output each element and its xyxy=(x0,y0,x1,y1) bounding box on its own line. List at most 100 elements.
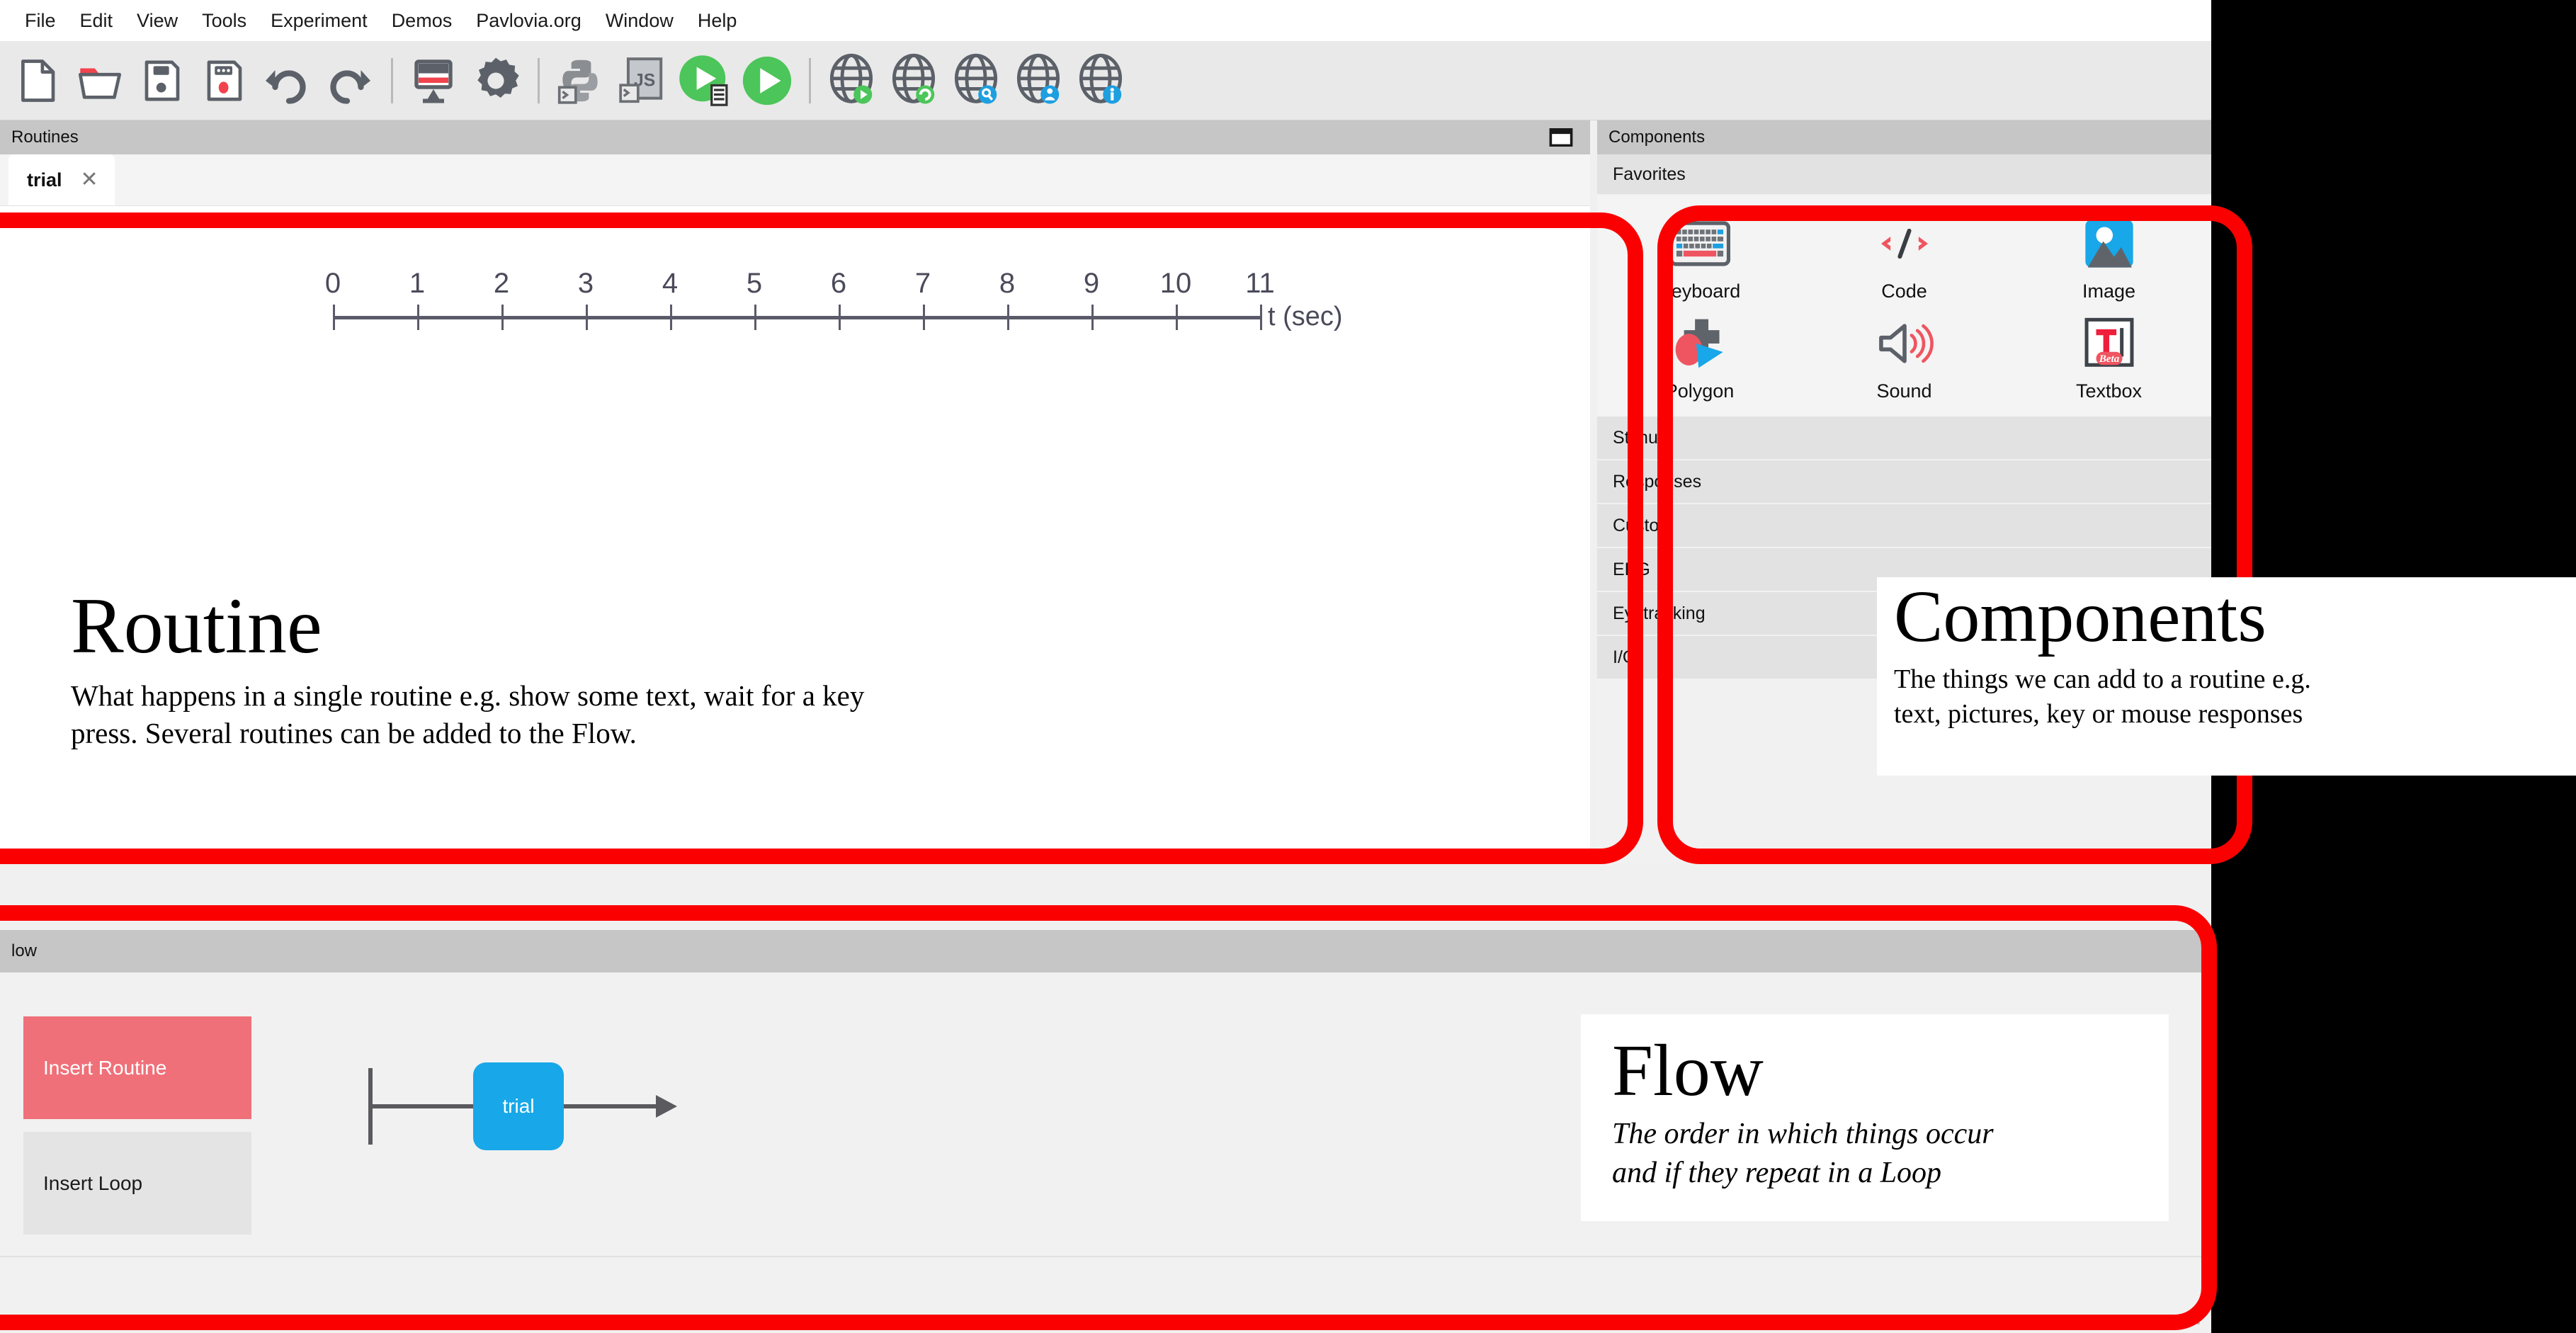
save-as-button[interactable] xyxy=(197,53,252,108)
run-button[interactable] xyxy=(677,53,732,108)
timeline-tick-label: 11 xyxy=(1245,268,1275,299)
open-folder-icon xyxy=(78,68,122,99)
annotation-body-line: The order in which things occur xyxy=(1612,1118,1994,1150)
annotation-body-line: The things we can add to a routine e.g. xyxy=(1894,664,2311,694)
image-icon xyxy=(2083,211,2135,276)
routine-tab-trial[interactable]: trial ✕ xyxy=(8,154,115,205)
toolbar-separator-1 xyxy=(391,57,393,103)
component-label: Keyboard xyxy=(1658,280,1741,302)
menu-item-window[interactable]: Window xyxy=(594,7,686,35)
routines-panel-title: Routines xyxy=(11,127,79,147)
flow-panel-title: low xyxy=(11,941,38,960)
routines-panel-header: Routines xyxy=(0,120,1590,154)
component-sound[interactable]: Sound xyxy=(1802,311,2007,402)
menu-item-edit[interactable]: Edit xyxy=(68,7,125,35)
timeline-tick-mark xyxy=(923,305,925,330)
pavlovia-info-icon xyxy=(1079,53,1123,103)
menu-item-pavlovia[interactable]: Pavlovia.org xyxy=(464,7,594,35)
undo-icon xyxy=(266,69,306,104)
timeline-tick-label: 10 xyxy=(1159,268,1192,299)
component-image[interactable]: Image xyxy=(2007,211,2211,302)
new-file-button[interactable] xyxy=(10,53,65,108)
menu-item-view[interactable]: View xyxy=(125,7,190,35)
flow-routine-node-trial[interactable]: trial xyxy=(473,1062,564,1150)
component-keyboard[interactable]: Keyboard xyxy=(1597,211,1802,302)
compile-js-button[interactable]: JS xyxy=(615,53,670,108)
annotation-body-line: text, pictures, key or mouse responses xyxy=(1894,699,2303,730)
timeline-tick-label: 7 xyxy=(914,268,931,299)
pavlovia-run-icon xyxy=(829,53,873,103)
timeline-tick-label: 2 xyxy=(493,268,510,299)
component-label: Textbox xyxy=(2075,380,2143,402)
menu-item-tools[interactable]: Tools xyxy=(190,7,259,35)
pavlovia-search-button[interactable] xyxy=(948,53,1004,108)
close-icon[interactable]: ✕ xyxy=(81,169,98,191)
annotation-title-flow: Flow xyxy=(1612,1030,1764,1111)
timeline-tick-mark xyxy=(586,305,588,330)
annotation-body-routine: What happens in a single routine e.g. sh… xyxy=(71,677,1289,753)
open-file-button[interactable] xyxy=(72,53,127,108)
panel-restore-icon[interactable] xyxy=(1549,128,1573,147)
monitor-center-button[interactable] xyxy=(406,53,461,108)
run-online-icon xyxy=(742,56,792,105)
components-category-custom[interactable]: Custom xyxy=(1597,504,2211,548)
run-icon xyxy=(679,55,728,106)
speaker-icon xyxy=(1874,311,1935,376)
timeline-tick-label: 9 xyxy=(1083,268,1100,299)
svg-text:Beta: Beta xyxy=(2098,353,2119,365)
pavlovia-sync-icon xyxy=(892,53,936,103)
timeline-tick-mark xyxy=(839,305,841,330)
run-online-button[interactable] xyxy=(739,53,795,108)
monitor-center-icon xyxy=(414,59,453,103)
menu-item-experiment[interactable]: Experiment xyxy=(259,7,380,35)
component-code[interactable]: Code xyxy=(1802,211,2007,302)
pavlovia-run-button[interactable] xyxy=(824,53,879,108)
resize-grip-icon[interactable] xyxy=(2180,1305,2204,1329)
settings-button[interactable] xyxy=(468,53,523,108)
components-category-stimuli[interactable]: Stimuli xyxy=(1597,416,2211,460)
component-textbox[interactable]: Beta Textbox xyxy=(2007,311,2211,402)
timeline-tick-mark xyxy=(501,305,504,330)
toolbar: JS xyxy=(0,41,2211,120)
status-bar xyxy=(0,1256,2211,1333)
annotation-body-line: What happens in a single routine e.g. sh… xyxy=(71,679,865,712)
annotation-title-components: Components xyxy=(1894,576,2266,657)
menu-item-demos[interactable]: Demos xyxy=(380,7,465,35)
pavlovia-user-button[interactable] xyxy=(1011,53,1066,108)
compile-js-icon: JS xyxy=(619,57,663,103)
annotation-body-components: The things we can add to a routine e.g. … xyxy=(1894,662,2576,732)
annotation-card-routine: Routine What happens in a single routine… xyxy=(71,586,1289,778)
components-panel-title: Components xyxy=(1608,127,1706,147)
timeline-tick-label: 5 xyxy=(746,268,763,299)
flow-diagram: trial xyxy=(368,1047,694,1174)
components-category-responses[interactable]: Responses xyxy=(1597,460,2211,504)
timeline-tick-mark xyxy=(1007,305,1009,330)
compile-python-button[interactable] xyxy=(552,53,608,108)
menu-bar: File Edit View Tools Experiment Demos Pa… xyxy=(0,0,2211,41)
menu-item-file[interactable]: File xyxy=(13,7,68,35)
code-brackets-icon xyxy=(1874,211,1935,276)
timeline-unit-label: t (sec) xyxy=(1268,302,1343,331)
pavlovia-info-button[interactable] xyxy=(1073,53,1128,108)
settings-gear-icon xyxy=(477,57,519,98)
annotation-card-components: Components The things we can add to a ro… xyxy=(1877,577,2576,776)
menu-item-help[interactable]: Help xyxy=(686,7,749,35)
toolbar-separator-3 xyxy=(809,57,811,103)
insert-loop-button[interactable]: Insert Loop xyxy=(23,1132,251,1235)
undo-button[interactable] xyxy=(259,53,314,108)
flow-routine-node-label: trial xyxy=(502,1095,535,1117)
component-label: Sound xyxy=(1876,380,1932,402)
components-panel-header: Components xyxy=(1597,120,2211,154)
insert-routine-button[interactable]: Insert Routine xyxy=(23,1016,251,1119)
timeline-tick-label: 1 xyxy=(409,268,426,299)
timeline-tick-label: 6 xyxy=(830,268,847,299)
components-favorites-header[interactable]: Favorites xyxy=(1597,154,2211,195)
save-button[interactable] xyxy=(135,53,190,108)
timeline-tick-label: 8 xyxy=(999,268,1016,299)
timeline-tick-mark xyxy=(1260,305,1262,330)
routine-timeline-ruler: 0 1 2 3 4 5 6 7 8 9 10 11 t (sec) xyxy=(325,268,1551,360)
pavlovia-sync-button[interactable] xyxy=(886,53,941,108)
component-polygon[interactable]: Polygon xyxy=(1597,311,1802,402)
redo-button[interactable] xyxy=(322,53,377,108)
screenshot-root: File Edit View Tools Experiment Demos Pa… xyxy=(0,0,2576,1333)
